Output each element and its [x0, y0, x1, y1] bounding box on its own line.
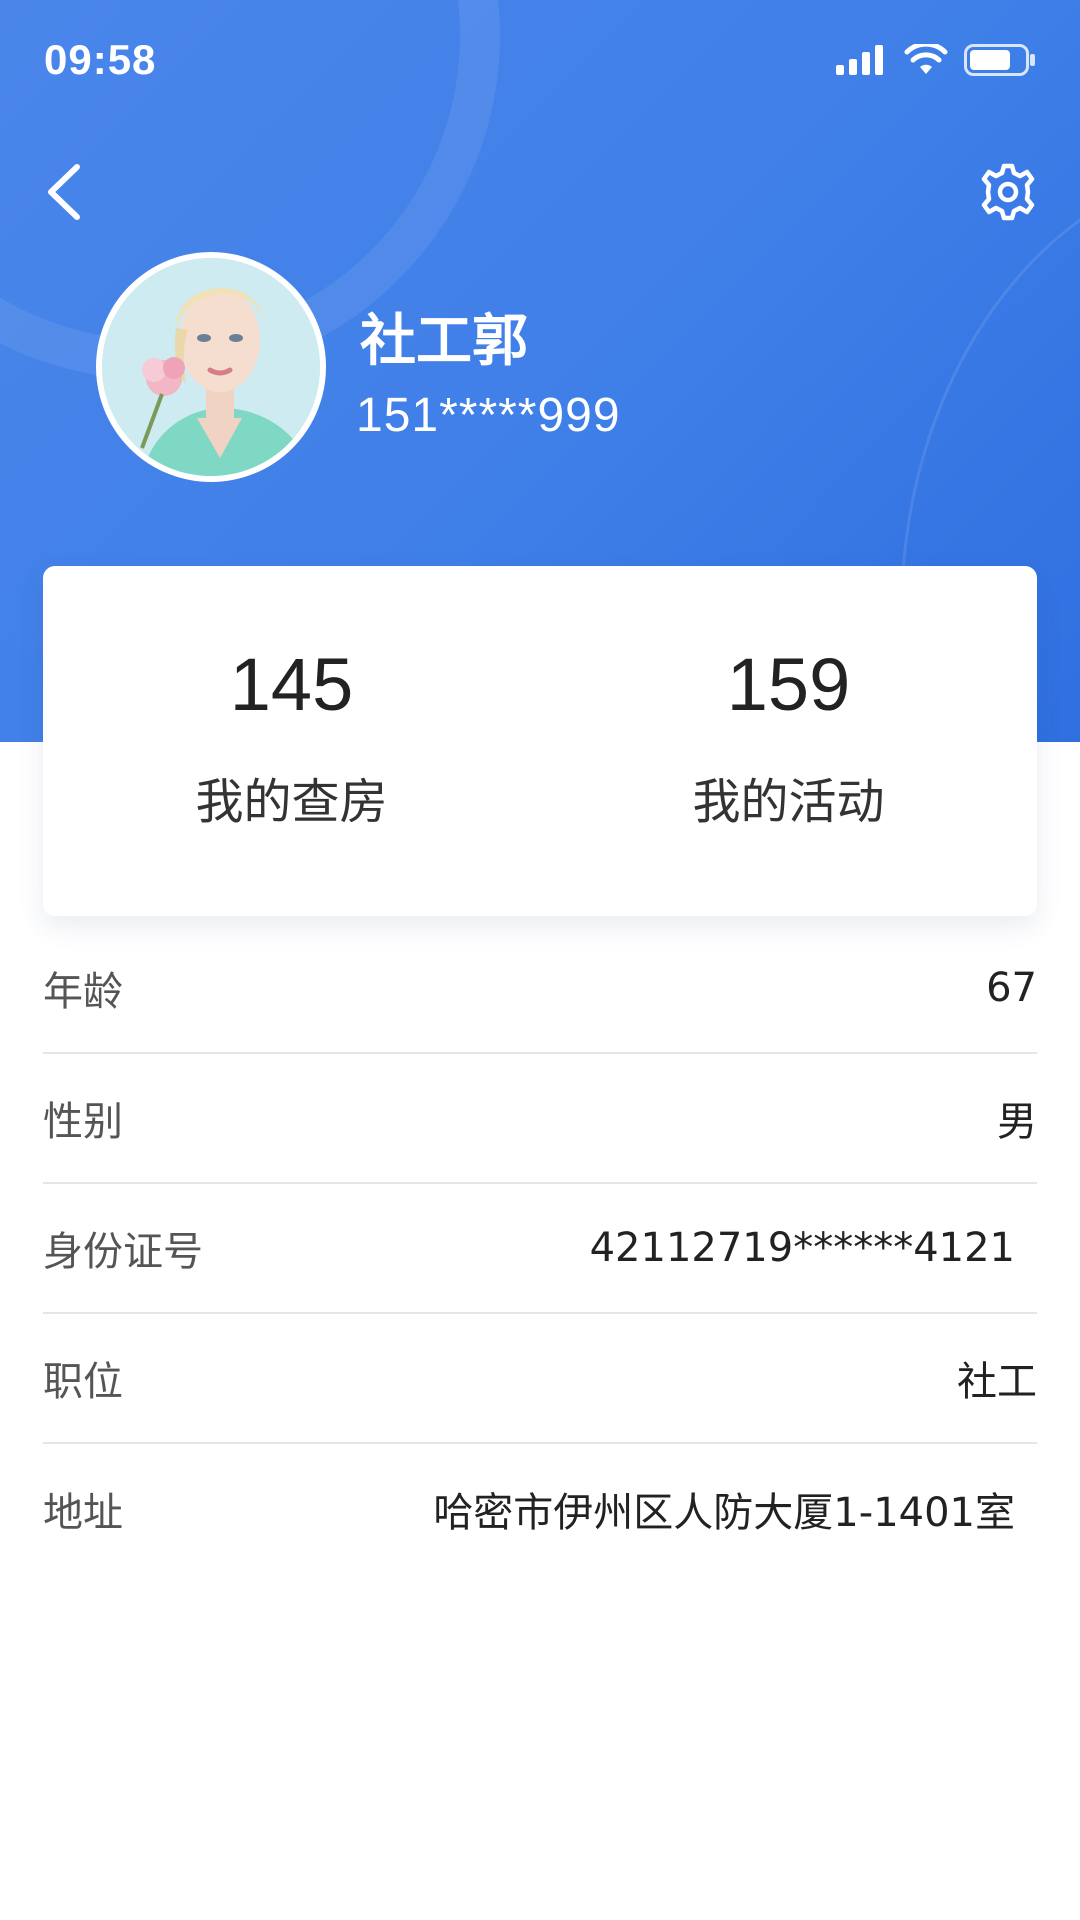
info-label: 地址: [43, 1490, 123, 1536]
user-phone: 151*****999: [356, 389, 621, 442]
info-row-position: 职位 社工: [43, 1314, 1037, 1444]
gear-icon: [981, 163, 1035, 221]
info-row-address: 地址 哈密市伊州区人防大厦1-1401室: [43, 1444, 1037, 1574]
info-label: 年龄: [43, 969, 123, 1015]
info-value: 42112719******4121: [589, 1225, 1015, 1271]
info-value: 社工: [957, 1359, 1037, 1405]
settings-button[interactable]: [976, 160, 1040, 224]
status-icons: [836, 44, 1036, 76]
stat-label: 我的活动: [692, 774, 885, 830]
wifi-icon: [904, 44, 948, 74]
stats-card: 145 我的查房 159 我的活动: [43, 566, 1037, 916]
info-value: 哈密市伊州区人防大厦1-1401室: [433, 1490, 1015, 1536]
info-label: 身份证号: [43, 1229, 203, 1275]
stat-value: 159: [726, 643, 851, 726]
avatar[interactable]: [96, 252, 326, 482]
back-button[interactable]: [36, 160, 90, 224]
stat-my-inspections[interactable]: 145 我的查房: [43, 566, 540, 916]
info-value: 67: [986, 965, 1037, 1011]
chevron-left-icon: [48, 164, 80, 220]
info-row-id-number: 身份证号 42112719******4121: [43, 1184, 1037, 1314]
info-row-age: 年龄 67: [43, 924, 1037, 1054]
stat-my-activities[interactable]: 159 我的活动: [540, 566, 1037, 916]
stat-label: 我的查房: [195, 774, 388, 830]
info-label: 职位: [43, 1359, 123, 1405]
profile-info-list: 年龄 67 性别 男 身份证号 42112719******4121 职位 社工…: [43, 924, 1037, 1574]
info-row-gender: 性别 男: [43, 1054, 1037, 1184]
signal-icon: [836, 45, 883, 75]
avatar-photo: [102, 258, 320, 476]
status-time: 09:58: [44, 36, 157, 83]
info-label: 性别: [43, 1099, 123, 1145]
status-bar: 09:58: [0, 0, 1080, 126]
user-name: 社工郭: [360, 309, 528, 374]
info-value: 男: [997, 1099, 1037, 1145]
battery-icon: [964, 44, 1035, 76]
stat-value: 145: [229, 643, 354, 726]
